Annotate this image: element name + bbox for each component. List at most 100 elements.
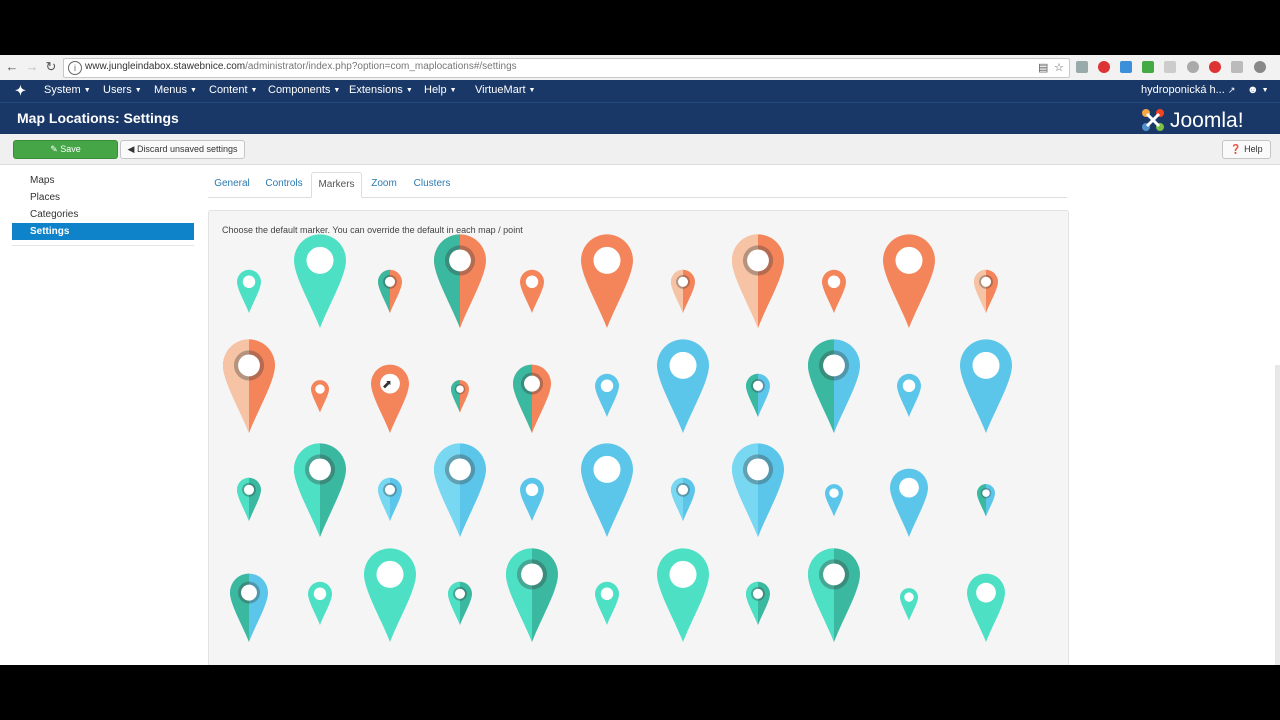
edit-icon: ✎ xyxy=(50,144,58,154)
marker-option[interactable] xyxy=(451,380,469,413)
action-toolbar: ✎ Save ◀ Discard unsaved settings ❓ Help xyxy=(0,134,1280,165)
marker-option[interactable] xyxy=(974,269,998,313)
forward-icon[interactable]: → xyxy=(24,59,40,75)
marker-option[interactable] xyxy=(825,484,843,517)
discard-button[interactable]: ◀ Discard unsaved settings xyxy=(120,140,245,159)
tab-markers[interactable]: Markers xyxy=(311,172,362,198)
info-icon[interactable]: i xyxy=(68,61,82,75)
marker-option[interactable] xyxy=(237,269,261,313)
menu-system[interactable]: System ▼ xyxy=(44,84,91,96)
marker-option[interactable] xyxy=(746,581,770,625)
marker-option[interactable] xyxy=(977,484,995,517)
marker-option[interactable] xyxy=(960,339,1012,433)
menu-virtuemart[interactable]: VirtueMart ▼ xyxy=(475,84,535,96)
marker-gallery xyxy=(223,234,1012,642)
extension-icon[interactable] xyxy=(1076,61,1088,73)
menu-extensions[interactable]: Extensions ▼ xyxy=(349,84,413,96)
tab-clusters[interactable]: Clusters xyxy=(408,172,456,196)
marker-option[interactable] xyxy=(448,581,472,625)
marker-option[interactable] xyxy=(434,443,486,537)
marker-option[interactable] xyxy=(230,573,268,642)
marker-option[interactable] xyxy=(746,373,770,417)
browser-window: ← → ↻ i www.jungleindabox.stawebnice.com… xyxy=(0,55,1280,665)
tab-general[interactable]: General xyxy=(208,172,256,196)
marker-option[interactable] xyxy=(808,548,860,642)
marker-option[interactable] xyxy=(883,234,935,328)
pinterest-icon[interactable] xyxy=(1098,61,1110,73)
mouse-cursor-icon: ⬈ xyxy=(382,377,393,391)
markers-panel: Choose the default marker. You can overr… xyxy=(208,210,1069,665)
menu-components[interactable]: Components ▼ xyxy=(268,84,340,96)
user-menu-icon[interactable]: ☻ ▼ xyxy=(1247,84,1269,96)
translate-icon[interactable]: ▤ xyxy=(1038,61,1048,74)
reload-icon[interactable]: ↻ xyxy=(43,59,59,75)
marker-option[interactable] xyxy=(308,581,332,625)
menu-help[interactable]: Help ▼ xyxy=(424,84,457,96)
extension-icon[interactable] xyxy=(1164,61,1176,73)
save-button[interactable]: ✎ Save xyxy=(13,140,118,159)
joomla-logo-icon[interactable]: ✦ xyxy=(15,83,26,99)
marker-option[interactable] xyxy=(967,573,1005,642)
marker-option[interactable] xyxy=(506,548,558,642)
extension-icon[interactable] xyxy=(1187,61,1199,73)
marker-option[interactable] xyxy=(237,477,261,521)
marker-option[interactable] xyxy=(890,468,928,537)
help-button[interactable]: ❓ Help xyxy=(1222,140,1271,159)
marker-option[interactable] xyxy=(808,339,860,433)
joomla-brand: Joomla! xyxy=(1140,107,1244,133)
extension-icon[interactable] xyxy=(1120,61,1132,73)
site-link[interactable]: hydroponická h... ↗ xyxy=(1141,84,1235,96)
marker-option[interactable] xyxy=(581,234,633,328)
tab-zoom[interactable]: Zoom xyxy=(364,172,404,196)
sidebar-item-settings[interactable]: Settings xyxy=(12,223,194,240)
marker-option[interactable] xyxy=(732,234,784,328)
marker-option[interactable] xyxy=(671,477,695,521)
sidebar-item-maps[interactable]: Maps xyxy=(12,172,194,189)
marker-option[interactable] xyxy=(434,234,486,328)
marker-option[interactable] xyxy=(822,269,846,313)
admin-menu-bar: ✦ System ▼ Users ▼ Menus ▼ Content ▼ Compone… xyxy=(0,80,1280,102)
address-bar[interactable]: i www.jungleindabox.stawebnice.com/admin… xyxy=(63,58,1070,78)
settings-tabs: General Controls Markers Zoom Clusters xyxy=(208,172,1067,198)
browser-toolbar: ← → ↻ i www.jungleindabox.stawebnice.com… xyxy=(0,55,1280,81)
address-url: www.jungleindabox.stawebnice.com/adminis… xyxy=(85,61,517,72)
marker-option[interactable] xyxy=(671,269,695,313)
marker-option[interactable] xyxy=(294,234,346,328)
joomla-logo-icon xyxy=(1142,109,1164,131)
extension-icon[interactable] xyxy=(1254,61,1266,73)
marker-option[interactable] xyxy=(657,548,709,642)
marker-option[interactable] xyxy=(364,548,416,642)
tab-controls[interactable]: Controls xyxy=(260,172,308,196)
marker-option[interactable] xyxy=(513,364,551,433)
marker-option[interactable] xyxy=(900,588,918,621)
marker-option[interactable] xyxy=(378,269,402,313)
sidebar-item-categories[interactable]: Categories xyxy=(12,206,194,223)
extension-icon[interactable] xyxy=(1231,61,1243,73)
question-icon: ❓ xyxy=(1230,144,1242,154)
sidebar-divider xyxy=(12,245,194,246)
sidebar-item-places[interactable]: Places xyxy=(12,189,194,206)
page-scrollbar[interactable] xyxy=(1275,365,1280,665)
menu-users[interactable]: Users ▼ xyxy=(103,84,142,96)
back-icon[interactable]: ← xyxy=(4,59,20,75)
marker-option[interactable] xyxy=(595,581,619,625)
marker-option[interactable] xyxy=(732,443,784,537)
marker-option[interactable] xyxy=(294,443,346,537)
menu-content[interactable]: Content ▼ xyxy=(209,84,257,96)
page-title: Map Locations: Settings xyxy=(17,110,179,126)
marker-option[interactable] xyxy=(520,269,544,313)
marker-option[interactable] xyxy=(595,373,619,417)
marker-option[interactable] xyxy=(657,339,709,433)
marker-option[interactable] xyxy=(581,443,633,537)
bookmark-star-icon[interactable]: ☆ xyxy=(1054,61,1064,74)
menu-menus[interactable]: Menus ▼ xyxy=(154,84,197,96)
marker-option[interactable] xyxy=(371,364,409,433)
marker-option[interactable] xyxy=(223,339,275,433)
extension-icon[interactable] xyxy=(1209,61,1221,73)
marker-option[interactable] xyxy=(897,373,921,417)
marker-option[interactable] xyxy=(520,477,544,521)
extension-icon[interactable] xyxy=(1142,61,1154,73)
marker-option[interactable] xyxy=(378,477,402,521)
sidebar: Maps Places Categories Settings xyxy=(12,172,194,246)
marker-option[interactable] xyxy=(311,380,329,413)
